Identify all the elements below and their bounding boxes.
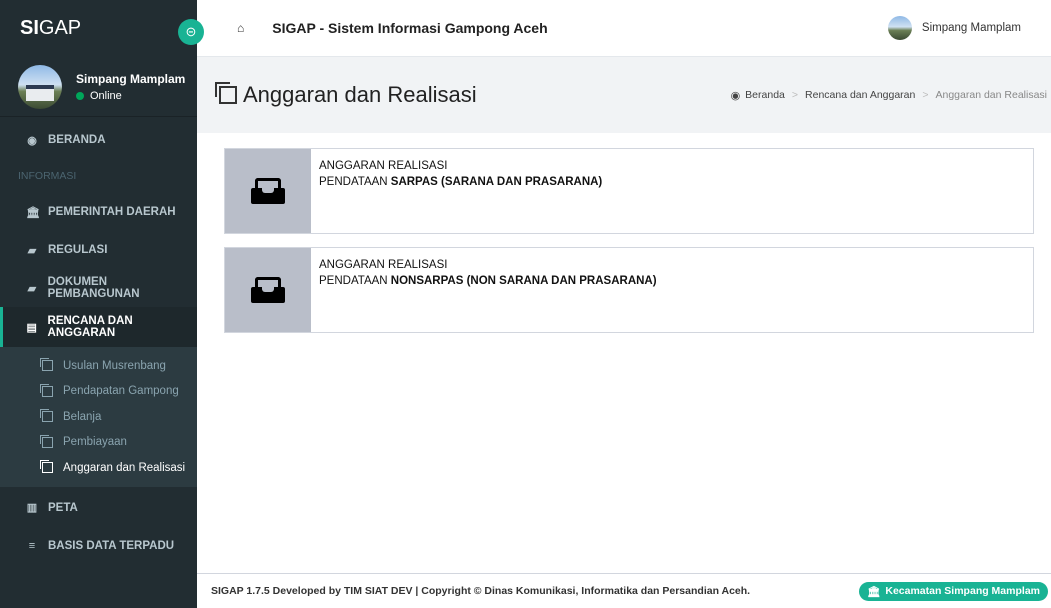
- info-box-content: ANGGARAN REALISASI PENDATAAN NONSARPAS (…: [311, 248, 665, 332]
- sidebar-item-basis-data-terpadu[interactable]: ≡ BASIS DATA TERPADU: [0, 527, 197, 565]
- sidebar-subitem-label: Anggaran dan Realisasi: [63, 461, 186, 474]
- sidebar-item-label: RENCANA DAN ANGGARAN: [47, 315, 133, 339]
- sidebar-item-label: DOKUMEN PEMBANGUNAN: [47, 276, 140, 300]
- footer: SIGAP 1.7.5 Developed by TIM SIAT DEV | …: [197, 573, 1051, 608]
- breadcrumb-separator: >: [922, 89, 929, 101]
- app-title: SIGAP - Sistem Informasi Gampong Aceh: [272, 20, 548, 36]
- breadcrumb: ◉ Beranda > Rencana dan Anggaran > Angga…: [731, 89, 1047, 102]
- info-box-icon: [225, 248, 311, 332]
- sidebar-item-label: PETA: [48, 501, 78, 514]
- sidebar-item-label: REGULASI: [48, 244, 108, 256]
- sidebar-subitem-anggaran-dan-realisasi[interactable]: Anggaran dan Realisasi: [0, 455, 197, 481]
- inbox-icon: [251, 277, 285, 303]
- content-header: Anggaran dan Realisasi ◉ Beranda > Renca…: [197, 57, 1051, 133]
- sidebar-toggle-button[interactable]: ⊝: [178, 19, 204, 45]
- info-box-content: ANGGARAN REALISASI PENDATAAN SARPAS (SAR…: [311, 149, 610, 233]
- footer-badge-label: Kecamatan Simpang Mamplam: [885, 585, 1040, 597]
- sidebar-item-regulasi[interactable]: ▰ REGULASI: [0, 231, 197, 269]
- info-box-text: PENDATAAN SARPAS (SARANA DAN PRASARANA): [319, 176, 603, 188]
- user-status-label: Online: [90, 89, 122, 102]
- brand-rest: GAP: [38, 17, 82, 39]
- copy-icon: [40, 383, 53, 397]
- dashboard-icon: ◉: [730, 89, 741, 102]
- info-box-bold: SARPAS (SARANA DAN PRASARANA): [390, 176, 603, 188]
- dashboard-icon: ◉: [27, 134, 37, 147]
- breadcrumb-item[interactable]: Rencana dan Anggaran: [805, 89, 915, 101]
- info-box-nonsarpas[interactable]: ANGGARAN REALISASI PENDATAAN NONSARPAS (…: [224, 247, 1034, 333]
- top-navbar: ⌂ SIGAP - Sistem Informasi Gampong Aceh …: [197, 0, 1051, 57]
- sidebar-subitem-label: Belanja: [63, 410, 102, 423]
- info-box-sarpas[interactable]: ANGGARAN REALISASI PENDATAAN SARPAS (SAR…: [224, 148, 1034, 234]
- main-content: ANGGARAN REALISASI PENDATAAN SARPAS (SAR…: [197, 133, 1051, 573]
- map-icon: ▥: [26, 502, 38, 514]
- bank-icon: 🏛: [867, 585, 881, 598]
- sidebar-item-label: PEMERINTAH DAERAH: [48, 206, 176, 218]
- avatar: [887, 16, 912, 40]
- sidebar-item-peta[interactable]: ▥ PETA: [0, 489, 197, 527]
- sidebar-item-label: BERANDA: [48, 134, 106, 146]
- copy-icon: [40, 409, 53, 423]
- sidebar-subitem-label: Pendapatan Gampong: [63, 385, 179, 398]
- brand-logo[interactable]: SI GAP ⊝: [0, 0, 204, 57]
- info-box-text: PENDATAAN NONSARPAS (NON SARANA DAN PRAS…: [319, 275, 657, 287]
- sidebar-header-informasi: INFORMASI: [18, 170, 77, 182]
- sidebar-subitem-pendapatan-gampong[interactable]: Pendapatan Gampong: [0, 379, 197, 405]
- breadcrumb-separator: >: [791, 89, 799, 101]
- inbox-icon: [251, 178, 285, 204]
- page-title: Anggaran dan Realisasi: [215, 82, 477, 108]
- sidebar-item-beranda[interactable]: ◉ BERANDA: [0, 121, 197, 159]
- footer-text: SIGAP 1.7.5 Developed by TIM SIAT DEV | …: [211, 585, 751, 597]
- sidebar: SI GAP ⊝ Simpang Mamplam Online ◉ BERANDA…: [0, 0, 204, 608]
- sidebar-subitem-label: Pembiayaan: [63, 436, 127, 449]
- sidebar-subitem-pembiayaan[interactable]: Pembiayaan: [0, 430, 197, 456]
- sidebar-item-label: BASIS DATA TERPADU: [48, 539, 175, 552]
- user-status: Online: [76, 90, 185, 102]
- book-icon: ▰: [27, 282, 37, 295]
- copy-icon: [215, 82, 237, 104]
- database-icon: ≡: [28, 539, 36, 552]
- file-icon: ▤: [26, 321, 37, 334]
- sidebar-subitem-belanja[interactable]: Belanja: [0, 404, 197, 430]
- sidebar-item-pemerintah-daerah[interactable]: 🏛 PEMERINTAH DAERAH: [0, 193, 197, 231]
- sidebar-subitem-label: Usulan Musrenbang: [63, 359, 166, 372]
- copy-icon: [40, 434, 53, 448]
- copy-icon: [40, 460, 53, 474]
- breadcrumb-item[interactable]: Beranda: [745, 89, 785, 101]
- footer-badge: 🏛 Kecamatan Simpang Mamplam: [859, 581, 1048, 601]
- submenu-rencana: Usulan Musrenbang Pendapatan Gampong Bel…: [0, 347, 197, 487]
- user-menu-name: Simpang Mamplam: [921, 22, 1021, 34]
- book-icon: ▰: [27, 244, 37, 257]
- info-box-icon: [225, 149, 311, 233]
- user-name: Simpang Mamplam: [76, 71, 186, 86]
- info-box-title: ANGGARAN REALISASI: [319, 259, 448, 271]
- user-panel: Simpang Mamplam Online: [0, 57, 197, 117]
- info-box-title: ANGGARAN REALISASI: [319, 160, 448, 172]
- sidebar-item-dokumen-pembangunan[interactable]: ▰ DOKUMEN PEMBANGUNAN: [0, 269, 197, 307]
- sidebar-item-rencana-dan-anggaran[interactable]: ▤ RENCANA DAN ANGGARAN: [0, 307, 197, 347]
- brand-bold: SI: [20, 17, 39, 39]
- home-icon[interactable]: ⌂: [237, 21, 244, 35]
- page-title-text: Anggaran dan Realisasi: [243, 82, 477, 107]
- copy-icon: [40, 358, 53, 372]
- user-menu[interactable]: Simpang Mamplam: [887, 16, 1021, 40]
- bank-icon: 🏛: [26, 206, 40, 219]
- sidebar-subitem-usulan-musrenbang[interactable]: Usulan Musrenbang: [0, 353, 197, 379]
- avatar: [18, 64, 62, 109]
- online-dot-icon: [76, 91, 84, 100]
- breadcrumb-item-current: Anggaran dan Realisasi: [935, 89, 1048, 101]
- info-box-bold: NONSARPAS (NON SARANA DAN PRASARANA): [390, 275, 657, 287]
